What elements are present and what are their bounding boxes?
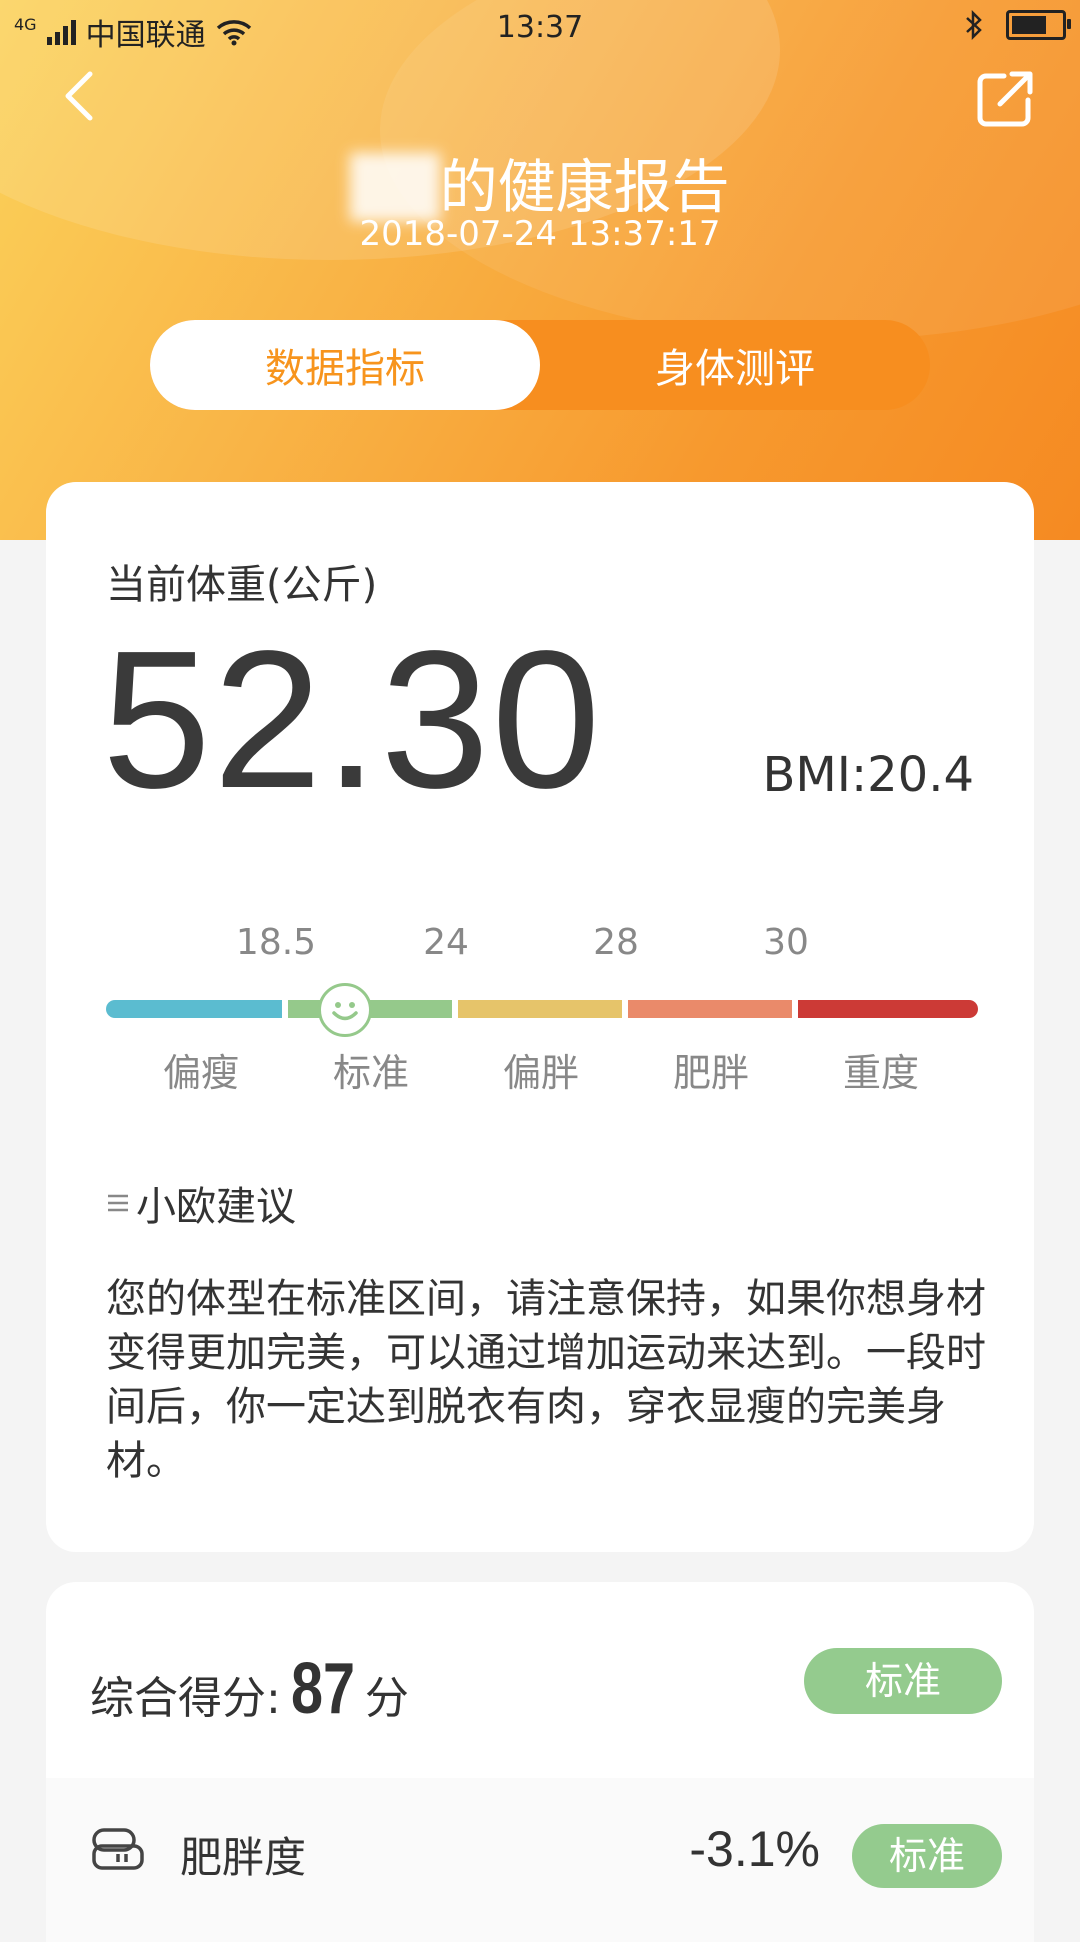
scale-tick: 30 (763, 922, 809, 963)
tab-bar: 数据指标 身体测评 (150, 320, 930, 410)
status-bar: 4G 中国联通 13:37 (0, 0, 1080, 58)
metric-value: -3.1% (689, 1821, 820, 1877)
scale-segment-overweight (458, 1000, 622, 1018)
status-time: 13:37 (496, 10, 584, 45)
back-button[interactable] (52, 66, 112, 126)
score-unit: 分 (364, 1673, 409, 1724)
weight-card: 当前体重(公斤) 52.30 BMI:20.4 18.5 24 28 30 偏瘦… (46, 482, 1034, 1552)
tab-data-metrics[interactable]: 数据指标 (150, 320, 540, 410)
score-status-badge: 标准 (804, 1648, 1002, 1714)
battery-icon (1006, 10, 1071, 40)
bluetooth-icon (966, 10, 982, 40)
scale-tick: 18.5 (235, 922, 317, 963)
scale-segment-obese (628, 1000, 792, 1018)
title-suffix: 的健康报告 (439, 153, 730, 221)
category-label: 偏胖 (502, 1051, 580, 1095)
metric-row[interactable]: 肥胖度 -3.1% 标准 (46, 1778, 1034, 1942)
smiley-marker-icon (318, 983, 372, 1037)
bmi-value: BMI:20.4 (762, 747, 974, 803)
advice-title: 小欧建议 (136, 1184, 296, 1230)
header-background (0, 0, 1080, 540)
score-label: 综合得分: (90, 1673, 281, 1724)
report-datetime: 2018-07-24 13:37:17 (359, 214, 721, 254)
bmi-scale-bar (106, 983, 978, 1037)
menu-lines-icon (108, 1194, 128, 1212)
user-name: ██ (350, 153, 440, 221)
report-title: ██的健康报告 (0, 140, 1080, 224)
weight-label: 当前体重(公斤) (106, 562, 378, 608)
category-label: 肥胖 (672, 1051, 750, 1095)
advice-heading: 小欧建议 (106, 1174, 296, 1232)
scale-tick: 24 (423, 922, 469, 963)
scale-segment-severe (798, 1000, 978, 1018)
score-card: 综合得分: 87 分 标准 肥胖度 -3.1% 标准 (46, 1582, 1034, 1942)
tab-body-assessment[interactable]: 身体测评 (540, 320, 930, 410)
scale-segment-underweight (106, 1000, 282, 1018)
body-fat-icon (92, 1828, 144, 1870)
category-label: 偏瘦 (162, 1051, 240, 1095)
category-label: 重度 (842, 1051, 920, 1095)
metric-name: 肥胖度 (180, 1833, 307, 1882)
overall-score: 综合得分: 87 分 (90, 1648, 409, 1730)
bmi-scale-ticks: 18.5 24 28 30 (106, 922, 978, 972)
advice-text: 您的体型在标准区间，请注意保持，如果你想身材变得更加完美，可以通过增加运动来达到… (106, 1276, 986, 1484)
metric-status-badge: 标准 (852, 1824, 1002, 1888)
category-label: 标准 (332, 1051, 410, 1095)
weight-value: 52.30 (102, 610, 603, 829)
bmi-categories: 偏瘦 标准 偏胖 肥胖 重度 (106, 1042, 978, 1095)
share-button[interactable] (974, 66, 1038, 130)
scale-tick: 28 (593, 922, 639, 963)
score-number: 87 (290, 1649, 355, 1729)
